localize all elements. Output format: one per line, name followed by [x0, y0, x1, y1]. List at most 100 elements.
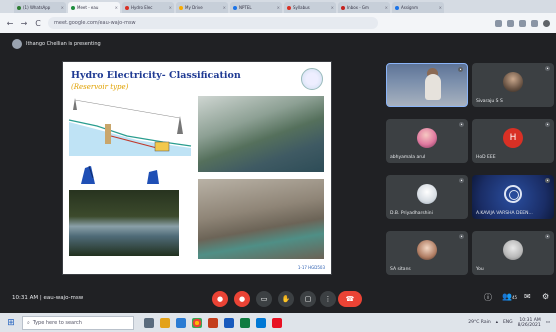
- windows-start-icon[interactable]: ⊞: [0, 313, 22, 332]
- mic-toggle-button[interactable]: ●: [212, 291, 228, 307]
- participant-tile[interactable]: H • HoD EEE: [472, 119, 554, 163]
- tab-favicon-icon: [125, 5, 129, 10]
- tab-favicon-icon: [179, 5, 183, 10]
- participant-tile[interactable]: • You: [472, 231, 554, 275]
- people-button[interactable]: 👥45: [502, 292, 517, 301]
- tab-close-icon[interactable]: ×: [385, 5, 390, 10]
- participant-avatar: [417, 240, 437, 261]
- dam-wall: [105, 124, 111, 144]
- slide-subtitle: (Reservoir type): [71, 83, 129, 91]
- captions-icon: ▭: [260, 295, 268, 303]
- browser-tab[interactable]: Inbox - Gm ×: [338, 2, 390, 13]
- extension-icon[interactable]: [495, 19, 502, 27]
- browser-tab[interactable]: NPTEL ×: [230, 2, 282, 13]
- participant-tile[interactable]: • Sivaraju S S: [472, 63, 554, 107]
- tray-clock[interactable]: 10:31 AM 8/26/2021: [518, 318, 541, 328]
- meet-controls-bar: 10:31 AM | eau-wajo-msw ● ● ▭ ✋ ▢ ⋮ ☎ ⓘ …: [0, 285, 556, 313]
- camera-toggle-button[interactable]: ●: [234, 291, 250, 307]
- taskbar-apps: [144, 317, 282, 328]
- activities-icon[interactable]: ⚙: [542, 292, 549, 301]
- browser-tab-active[interactable]: Meet - eau ×: [68, 2, 120, 13]
- browser-tab[interactable]: Hydro Elec ×: [122, 2, 174, 13]
- network-icon[interactable]: ▴: [496, 320, 498, 325]
- excel-icon[interactable]: [240, 317, 250, 328]
- edge-icon[interactable]: [176, 317, 186, 328]
- tab-favicon-icon: [71, 5, 75, 10]
- dam-photo-3: [198, 179, 324, 259]
- tab-close-icon[interactable]: ×: [115, 5, 120, 10]
- shared-slide: Hydro Electricity- Classification (Reser…: [62, 61, 332, 275]
- participant-tile-self[interactable]: •: [386, 63, 468, 107]
- search-placeholder: Type here to search: [32, 319, 82, 326]
- people-count: 45: [511, 295, 518, 300]
- participant-tile[interactable]: • SA sitans: [386, 231, 468, 275]
- chat-icon[interactable]: ✉: [524, 292, 531, 301]
- word-icon[interactable]: [224, 317, 234, 328]
- present-button[interactable]: ▢: [300, 291, 316, 307]
- file-explorer-icon[interactable]: [160, 317, 170, 328]
- participant-tile[interactable]: • D.B. Priyadharshini: [386, 175, 468, 219]
- end-call-button[interactable]: ☎: [338, 291, 362, 307]
- more-options-button[interactable]: ⋮: [320, 291, 336, 307]
- screen: (1) WhatsApp × Meet - eau × Hydro Elec × My…: [0, 0, 556, 332]
- app-icon[interactable]: [272, 317, 282, 328]
- meeting-info-icon[interactable]: ⓘ: [484, 292, 492, 303]
- participant-tile[interactable]: • A.KAVIJA VARSHA DEEN...: [472, 175, 554, 219]
- raise-hand-button[interactable]: ✋: [278, 291, 294, 307]
- notifications-icon[interactable]: ▭: [546, 320, 550, 325]
- participant-avatar: [503, 72, 523, 93]
- browser-tab[interactable]: Assignm ×: [392, 2, 444, 13]
- browser-tab[interactable]: My Drive ×: [176, 2, 228, 13]
- powerpoint-icon[interactable]: [208, 317, 218, 328]
- mic-muted-icon: •: [459, 234, 464, 239]
- taskbar-search-field[interactable]: ⌕ Type here to search: [22, 315, 134, 330]
- url-field[interactable]: meet.google.com/eau-wajo-msw: [48, 17, 378, 29]
- back-icon[interactable]: ←: [6, 19, 14, 28]
- task-view-icon[interactable]: [144, 317, 154, 328]
- tab-close-icon[interactable]: ×: [331, 5, 336, 10]
- tab-close-icon[interactable]: ×: [277, 5, 282, 10]
- captions-button[interactable]: ▭: [256, 291, 272, 307]
- tab-label: My Drive: [185, 5, 203, 10]
- participant-name: You: [476, 267, 484, 272]
- tab-label: (1) WhatsApp: [23, 5, 51, 10]
- meeting-code: eau-wajo-msw: [43, 295, 84, 301]
- extension-icon[interactable]: [507, 19, 514, 27]
- language-indicator[interactable]: ENG: [503, 320, 513, 325]
- participant-avatar: H: [503, 128, 523, 149]
- reload-icon[interactable]: C: [34, 19, 42, 28]
- end-call-icon: ☎: [345, 295, 355, 303]
- turbine-figure: [81, 166, 95, 184]
- mic-muted-icon: •: [459, 122, 464, 127]
- participant-name: Sivaraju S S: [476, 99, 503, 104]
- tab-close-icon[interactable]: ×: [61, 5, 66, 10]
- mic-muted-icon: •: [545, 178, 550, 183]
- chrome-icon[interactable]: [192, 317, 202, 328]
- present-icon: ▢: [304, 295, 312, 303]
- slide-logo: [301, 68, 323, 90]
- tab-label: Assignm: [401, 5, 418, 10]
- browser-tab-bar: (1) WhatsApp × Meet - eau × Hydro Elec × My…: [0, 0, 556, 13]
- dam-photo-1: [198, 96, 324, 172]
- taskbar: ⊞ ⌕ Type here to search 29°C Rain ▴ ENG …: [0, 313, 556, 332]
- forward-icon[interactable]: →: [20, 19, 28, 28]
- tab-close-icon[interactable]: ×: [439, 5, 444, 10]
- tab-close-icon[interactable]: ×: [223, 5, 228, 10]
- camera-icon: ●: [238, 295, 246, 303]
- mic-muted-icon: •: [545, 122, 550, 127]
- clock-date: 8/26/2021: [517, 322, 541, 328]
- profile-avatar-icon[interactable]: [543, 19, 550, 27]
- browser-tab[interactable]: Syllabus ×: [284, 2, 336, 13]
- presenter-banner: Ithango Chellian is presenting: [12, 39, 101, 49]
- tab-close-icon[interactable]: ×: [169, 5, 174, 10]
- weather-text[interactable]: 29°C Rain: [468, 320, 490, 325]
- browser-tab[interactable]: (1) WhatsApp ×: [14, 2, 66, 13]
- meet-stage: Ithango Chellian is presenting Hydro Ele…: [0, 33, 556, 313]
- store-icon[interactable]: [256, 317, 266, 328]
- extension-icon[interactable]: [519, 19, 526, 27]
- power-line: [74, 99, 181, 119]
- extension-icon[interactable]: [531, 19, 538, 27]
- dam-photo-2: [69, 190, 179, 256]
- slide-title: Hydro Electricity- Classification: [71, 70, 241, 81]
- participant-tile[interactable]: • abhyamala arul: [386, 119, 468, 163]
